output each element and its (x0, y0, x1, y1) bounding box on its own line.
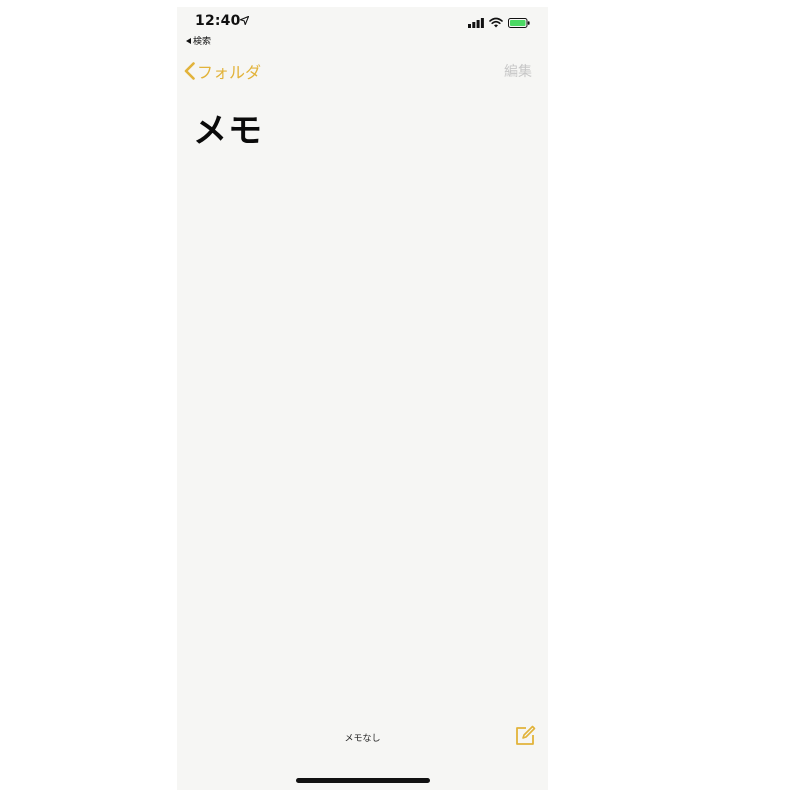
cellular-signal-icon (468, 17, 484, 28)
note-count-label: メモなし (344, 734, 381, 744)
screen-canvas: 12:40 検索 フォルダ 編集 メモ メモなし (0, 0, 800, 797)
battery-icon (508, 17, 530, 28)
status-icons (468, 17, 530, 28)
back-to-app-label: 検索 (193, 37, 212, 47)
folders-back-button[interactable]: フォルダ (184, 59, 261, 83)
status-time: 12:40 (195, 13, 241, 29)
location-arrow-icon (240, 16, 249, 25)
folders-back-label: フォルダ (197, 63, 262, 82)
compose-icon[interactable] (514, 725, 536, 747)
chevron-left-icon (184, 62, 195, 80)
wifi-icon (489, 17, 503, 28)
notes-app-screen: 12:40 検索 フォルダ 編集 メモ メモなし (177, 7, 548, 790)
home-indicator[interactable] (296, 778, 430, 783)
back-to-app-link[interactable]: 検索 (186, 34, 211, 47)
page-title: メモ (193, 111, 263, 151)
back-triangle-icon (186, 37, 191, 44)
edit-button[interactable]: 編集 (504, 61, 532, 81)
